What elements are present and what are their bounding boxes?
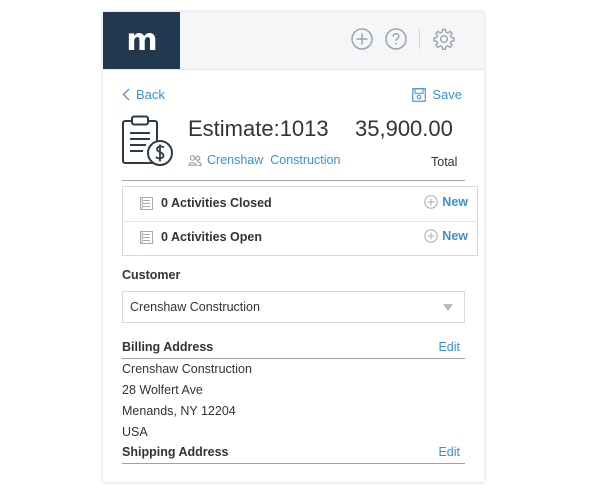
estimate-document-icon	[122, 115, 173, 166]
billing-address-header: Billing Address Edit	[122, 340, 465, 359]
caret-down-icon	[443, 304, 453, 311]
estimate-panel: m Back Save Estimate:1013 35,900.00 Tota…	[103, 12, 484, 482]
billing-address-label: Billing Address	[122, 340, 214, 354]
gear-icon[interactable]	[432, 27, 456, 51]
plus-circle-icon[interactable]	[350, 27, 374, 51]
activity-row-open[interactable]: 0 Activities Open New	[123, 221, 477, 255]
plus-circle-icon	[424, 195, 438, 209]
app-logo[interactable]: m	[103, 12, 180, 69]
billing-address-line: 28 Wolfert Ave	[122, 383, 203, 397]
save-label: Save	[432, 87, 462, 102]
total-label: Total	[431, 155, 458, 169]
shipping-address-header: Shipping Address Edit	[122, 445, 465, 464]
shipping-address-label: Shipping Address	[122, 445, 229, 459]
customer-select[interactable]: Crenshaw Construction	[122, 291, 465, 323]
save-icon	[412, 87, 427, 102]
help-circle-icon[interactable]	[384, 27, 408, 51]
top-bar: m	[103, 12, 484, 70]
customer-label: Customer	[122, 268, 181, 282]
users-icon	[188, 154, 202, 166]
company-link-label: Crenshaw Construction	[207, 153, 341, 167]
billing-address-line: USA	[122, 425, 148, 439]
chevron-left-icon	[122, 88, 130, 101]
estimate-amount: 35,900.00	[355, 116, 453, 141]
new-label: New	[442, 229, 468, 243]
activity-label: 0 Activities Closed	[161, 196, 272, 210]
back-link[interactable]: Back	[122, 87, 165, 102]
billing-address-line: Crenshaw Construction	[122, 362, 252, 376]
plus-circle-icon	[424, 229, 438, 243]
new-label: New	[442, 195, 468, 209]
list-icon	[140, 231, 153, 244]
new-activity-open-button[interactable]: New	[424, 229, 468, 243]
activity-label: 0 Activities Open	[161, 230, 262, 244]
estimate-title: Estimate:1013	[188, 116, 329, 141]
topbar-divider	[419, 29, 420, 49]
header-divider	[122, 180, 465, 181]
shipping-edit-link[interactable]: Edit	[438, 445, 460, 459]
billing-address-line: Menands, NY 12204	[122, 404, 236, 418]
new-activity-closed-button[interactable]: New	[424, 195, 468, 209]
list-icon	[140, 197, 153, 210]
save-button[interactable]: Save	[412, 87, 462, 102]
billing-edit-link[interactable]: Edit	[438, 340, 460, 354]
back-label: Back	[136, 87, 165, 102]
activities-box: 0 Activities Closed New 0 Activities Ope…	[122, 186, 478, 256]
activity-row-closed[interactable]: 0 Activities Closed New	[123, 187, 477, 222]
customer-select-value: Crenshaw Construction	[130, 300, 260, 314]
company-link[interactable]: Crenshaw Construction	[188, 153, 340, 167]
